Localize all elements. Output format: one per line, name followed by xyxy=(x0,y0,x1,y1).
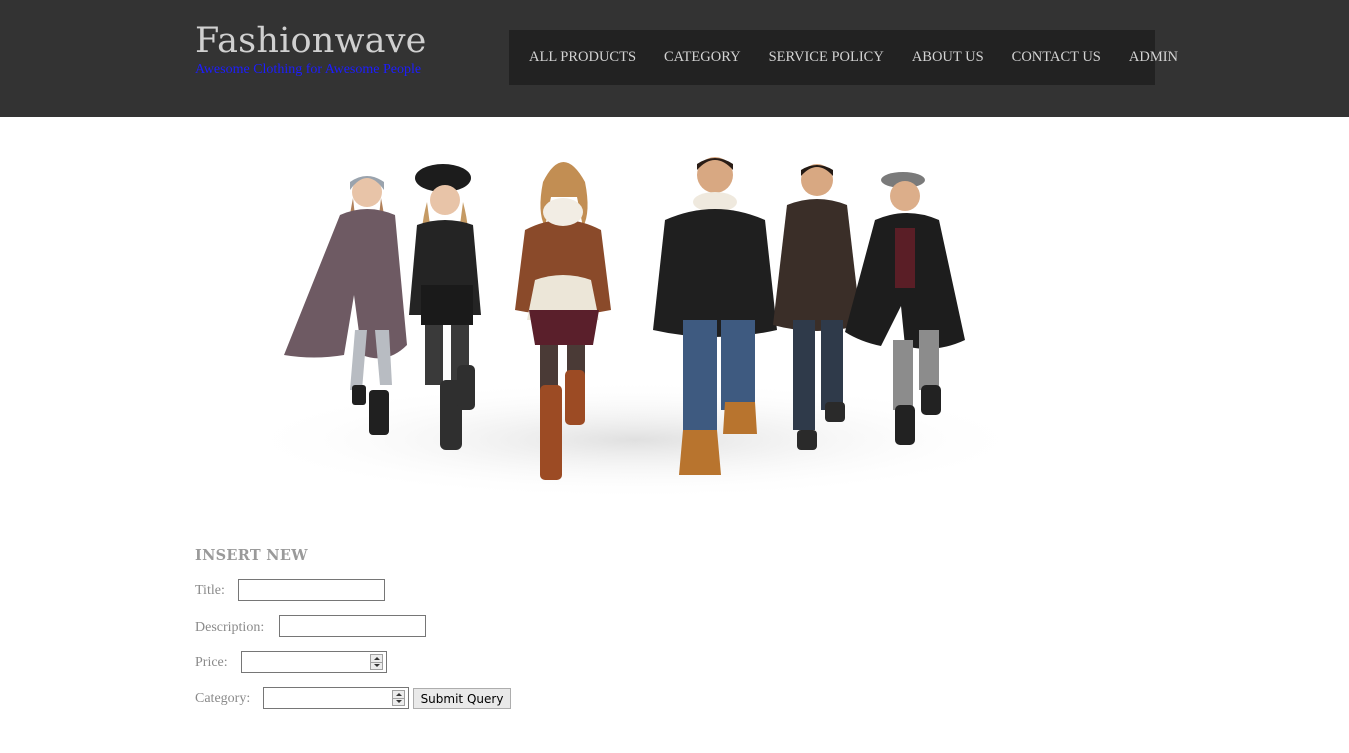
arrow-up-icon xyxy=(373,656,380,660)
main-nav: ALL PRODUCTS CATEGORY SERVICE POLICY ABO… xyxy=(509,30,1178,85)
title-input[interactable] xyxy=(238,579,385,601)
title-label: Title: xyxy=(195,583,225,598)
category-input[interactable] xyxy=(263,687,409,709)
arrow-up-icon xyxy=(395,692,402,696)
nav-item-about-us[interactable]: ABOUT US xyxy=(912,49,984,66)
hero-banner-image xyxy=(195,140,1075,500)
price-decrement-button[interactable] xyxy=(370,662,383,670)
nav-item-admin[interactable]: ADMIN xyxy=(1129,49,1178,66)
nav-item-contact-us[interactable]: CONTACT US xyxy=(1012,49,1101,66)
submit-query-button[interactable]: Submit Query xyxy=(413,688,511,709)
category-spinner[interactable] xyxy=(392,690,405,706)
price-increment-button[interactable] xyxy=(370,654,383,663)
site-header: Fashionwave Awesome Clothing for Awesome… xyxy=(0,0,1349,117)
category-increment-button[interactable] xyxy=(392,690,405,699)
description-label: Description: xyxy=(195,620,265,635)
arrow-down-icon xyxy=(373,664,380,668)
arrow-down-icon xyxy=(395,700,402,704)
category-label: Category: xyxy=(195,691,251,706)
site-tagline: Awesome Clothing for Awesome People xyxy=(195,62,422,77)
category-input-field[interactable] xyxy=(264,688,390,708)
insert-new-heading: INSERT NEW xyxy=(195,547,308,564)
category-decrement-button[interactable] xyxy=(392,698,405,706)
price-spinner[interactable] xyxy=(370,654,383,670)
price-input-field[interactable] xyxy=(242,652,368,672)
nav-item-all-products[interactable]: ALL PRODUCTS xyxy=(529,49,636,66)
price-input[interactable] xyxy=(241,651,387,673)
description-input[interactable] xyxy=(279,615,426,637)
nav-item-category[interactable]: CATEGORY xyxy=(664,49,741,66)
price-label: Price: xyxy=(195,655,228,670)
site-title[interactable]: Fashionwave xyxy=(195,20,427,62)
nav-item-service-policy[interactable]: SERVICE POLICY xyxy=(769,49,884,66)
